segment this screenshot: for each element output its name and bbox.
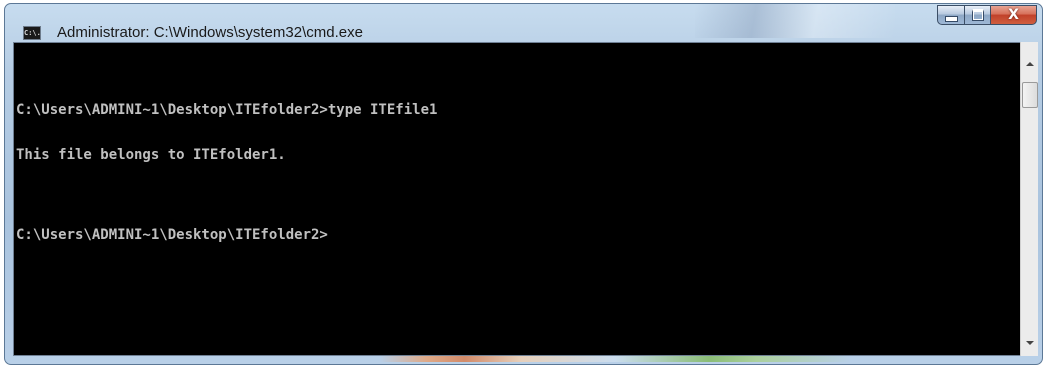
vertical-scrollbar[interactable] <box>1020 42 1038 356</box>
close-button[interactable]: X <box>991 5 1037 25</box>
scroll-down-button[interactable] <box>1021 334 1038 351</box>
console-prompt: C:\Users\ADMINI~1\Desktop\ITEfolder2> <box>16 227 328 243</box>
scroll-down-arrow-icon <box>1025 340 1034 345</box>
scroll-thumb[interactable] <box>1022 82 1038 108</box>
maximize-button[interactable] <box>964 5 991 25</box>
minimize-button[interactable] <box>937 5 964 25</box>
console-line: This file belongs to ITEfolder1. <box>16 147 286 163</box>
taskbar-glow <box>380 356 850 362</box>
console-line: C:\Users\ADMINI~1\Desktop\ITEfolder2>typ… <box>16 102 438 118</box>
close-icon: X <box>1008 7 1019 23</box>
console-text: C:\Users\ADMINI~1\Desktop\ITEfolder2>typ… <box>16 73 437 273</box>
window-controls: X <box>937 5 1037 25</box>
title-bar[interactable]: C:\. Administrator: C:\Windows\system32\… <box>5 4 1042 41</box>
console-output[interactable]: C:\Users\ADMINI~1\Desktop\ITEfolder2>typ… <box>13 42 1025 356</box>
scroll-up-button[interactable] <box>1021 55 1038 72</box>
window-title: Administrator: C:\Windows\system32\cmd.e… <box>57 24 363 41</box>
maximize-icon <box>971 9 984 21</box>
scroll-up-arrow-icon <box>1025 61 1034 66</box>
minimize-icon <box>944 16 958 22</box>
cmd-icon[interactable]: C:\. <box>23 26 41 40</box>
